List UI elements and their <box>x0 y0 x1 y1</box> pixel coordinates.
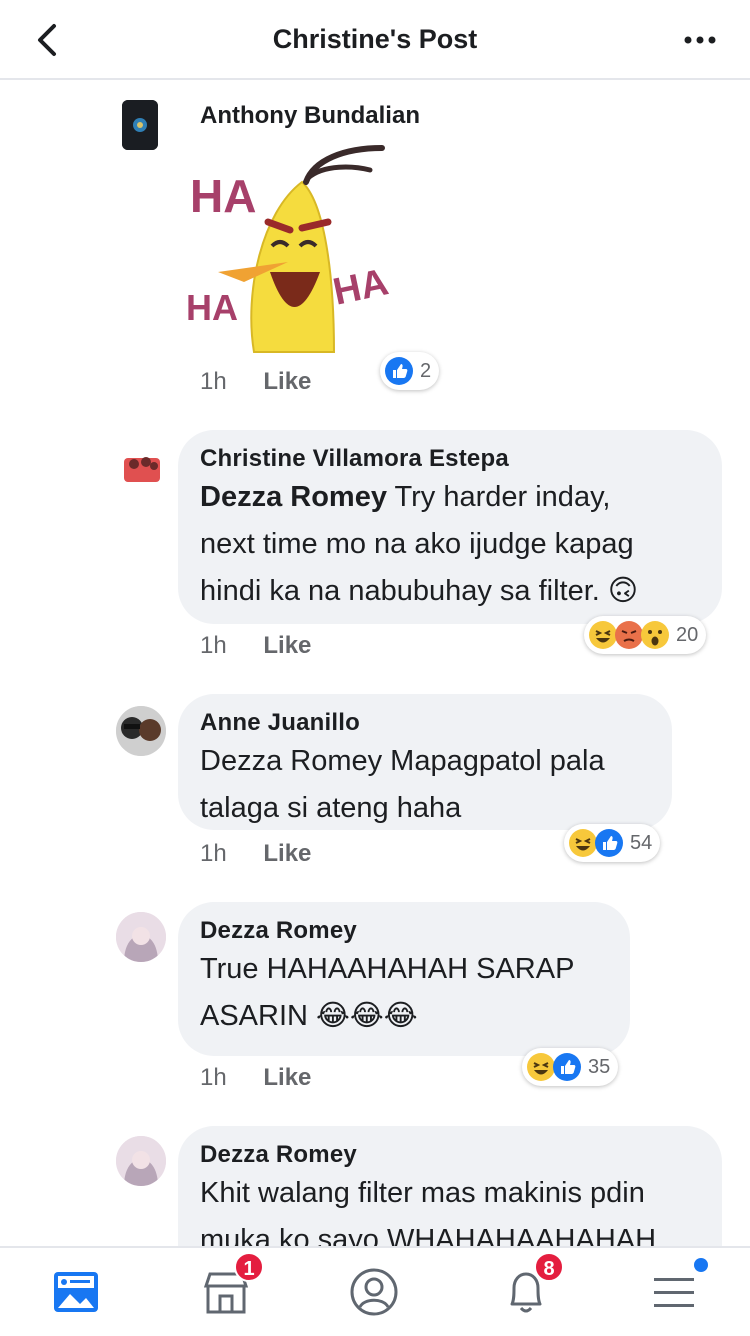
menu-hamburger-icon[interactable] <box>644 1258 708 1322</box>
comment-author[interactable]: Dezza Romey <box>200 916 608 946</box>
menu-indicator-dot <box>694 1258 708 1272</box>
marketplace-icon[interactable]: 1 <box>196 1252 264 1322</box>
notifications-badge: 8 <box>534 1252 564 1282</box>
comment-time: 1h <box>200 632 227 659</box>
comment-meta: 1h Like <box>200 1064 311 1092</box>
profile-icon[interactable] <box>344 1262 404 1322</box>
comment-bubble[interactable]: Christine Villamora Estepa Dezza Romey T… <box>178 430 722 624</box>
news-feed-icon[interactable] <box>46 1262 106 1322</box>
like-reaction-icon <box>553 1053 581 1081</box>
sticker-ha-1: HA <box>190 170 256 222</box>
sticker-ha-2: HA <box>186 287 238 328</box>
reaction-count: 35 <box>588 1055 611 1078</box>
comment-text: Dezza Romey Try harder inday, <box>200 474 700 521</box>
comment-bubble[interactable]: Dezza Romey Khit walang filter mas makin… <box>178 1126 722 1246</box>
comment-author[interactable]: Christine Villamora Estepa <box>200 444 700 474</box>
comments-feed[interactable]: Anthony Bundalian HA HA HA 1h Like 2 Chr… <box>0 82 750 1246</box>
like-reaction-icon <box>385 357 413 385</box>
comment-text-line: hindi ka na nabubuhay sa filter. 🙃 <box>200 575 639 607</box>
avatar[interactable] <box>116 706 166 756</box>
reaction-summary[interactable]: 35 <box>522 1048 619 1086</box>
reaction-summary[interactable]: 54 <box>564 824 661 862</box>
mention-link[interactable]: Dezza Romey <box>200 481 387 513</box>
reaction-summary[interactable]: 20 <box>584 616 707 654</box>
comment-time: 1h <box>200 368 227 395</box>
comment-meta: 1h Like <box>200 368 311 396</box>
comment-text-line: Dezza Romey Mapagpatol pala <box>200 745 605 777</box>
laughing-bird-sticker: HA HA HA <box>184 142 394 362</box>
like-reaction-icon <box>595 829 623 857</box>
bottom-navigation: 1 8 <box>0 1246 750 1336</box>
comment-bubble[interactable]: Dezza Romey True HAHAAHAHAH SARAP ASARIN… <box>178 902 630 1056</box>
comment-text-line: muka ko sayo WHAHAHAAHAHAH <box>200 1224 657 1246</box>
more-options-icon[interactable] <box>680 22 720 58</box>
reaction-summary[interactable]: 2 <box>380 352 440 390</box>
avatar[interactable] <box>116 912 166 962</box>
comment-time: 1h <box>200 840 227 867</box>
wow-reaction-icon <box>641 621 669 649</box>
comment-time: 1h <box>200 1064 227 1091</box>
reaction-count: 54 <box>630 831 653 854</box>
page-title: Christine's Post <box>272 24 478 54</box>
comment-meta: 1h Like <box>200 632 311 660</box>
sticker-ha-3: HA <box>330 261 392 313</box>
like-button[interactable]: Like <box>263 1064 311 1091</box>
reaction-count: 2 <box>420 359 432 382</box>
comment-text-line: next time mo na ako ijudge kapag <box>200 528 634 560</box>
comment-author[interactable]: Anthony Bundalian <box>200 102 420 130</box>
like-button[interactable]: Like <box>263 632 311 659</box>
avatar[interactable] <box>116 1136 166 1186</box>
comment-author[interactable]: Dezza Romey <box>200 1140 700 1170</box>
comment-text-line: Try harder inday, <box>386 481 611 513</box>
like-button[interactable]: Like <box>263 368 311 395</box>
reaction-count: 20 <box>676 623 699 646</box>
notifications-bell-icon[interactable]: 8 <box>496 1252 564 1322</box>
avatar[interactable] <box>122 448 162 488</box>
app-header: Christine's Post <box>0 0 750 80</box>
comment-text-line: Khit walang filter mas makinis pdin <box>200 1177 645 1209</box>
comment-meta: 1h Like <box>200 840 311 868</box>
comment-text-line: True HAHAAHAHAH SARAP <box>200 953 575 985</box>
comment-author[interactable]: Anne Juanillo <box>200 708 650 738</box>
like-button[interactable]: Like <box>263 840 311 867</box>
avatar[interactable] <box>122 100 158 150</box>
comment-text-line: ASARIN 😂😂😂 <box>200 1000 418 1032</box>
marketplace-badge: 1 <box>234 1252 264 1282</box>
comment-bubble[interactable]: Anne Juanillo Dezza Romey Mapagpatol pal… <box>178 694 672 830</box>
